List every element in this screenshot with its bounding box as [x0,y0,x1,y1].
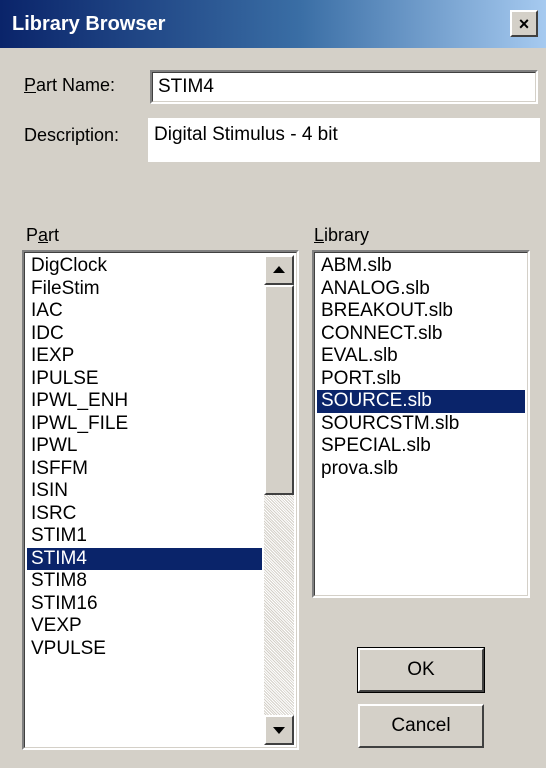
close-button[interactable]: × [510,10,538,37]
window-title: Library Browser [12,13,166,35]
library-list-items: ABM.slb ANALOG.slb BREAKOUT.slb CONNECT.slb… [317,255,525,480]
part-list-item[interactable]: FileStim [27,278,262,301]
scroll-up-button[interactable] [264,255,294,285]
library-list-item[interactable]: CONNECT.slb [317,323,525,346]
library-list-item[interactable]: SPECIAL.slb [317,435,525,458]
part-name-input[interactable]: STIM4 [150,70,538,104]
part-list-item[interactable]: VPULSE [27,638,262,661]
library-browser-dialog: Library Browser × Part Name: STIM4 Descr… [0,0,546,768]
part-list-items: DigClock FileStim IAC IDC IEXP IPULSE IPWL_ENH… [27,255,262,660]
ok-button[interactable]: OK [357,647,485,693]
library-list-item[interactable]: PORT.slb [317,368,525,391]
library-list-item[interactable]: ANALOG.slb [317,278,525,301]
scroll-down-button[interactable] [264,715,294,745]
part-list-item[interactable]: ISFFM [27,458,262,481]
part-list-item[interactable]: STIM4 [27,547,262,570]
library-list-item[interactable]: ABM.slb [317,255,525,278]
arrow-down-icon [273,727,285,734]
arrow-up-icon [273,266,285,273]
part-listbox[interactable]: DigClock FileStim IAC IDC IEXP IPULSE IPWL_ENH… [22,250,299,750]
description-value: Digital Stimulus - 4 bit [154,124,338,145]
close-icon: × [518,13,530,34]
part-list-item[interactable]: IPWL [27,435,262,458]
library-list-item[interactable]: prova.slb [317,458,525,481]
library-list-item[interactable]: EVAL.slb [317,345,525,368]
part-list-item[interactable]: DigClock [27,255,262,278]
part-list-item[interactable]: IAC [27,300,262,323]
description-field: Digital Stimulus - 4 bit [148,118,540,162]
part-name-value: STIM4 [158,76,214,97]
library-list-item[interactable]: SOURCE.slb [317,390,525,413]
title-bar[interactable]: Library Browser × [0,0,546,48]
library-list-label: Library [314,225,370,245]
part-name-label: Part Name: [24,75,116,95]
scrollbar-thumb[interactable] [264,285,294,495]
library-list-item[interactable]: BREAKOUT.slb [317,300,525,323]
cancel-button[interactable]: Cancel [358,704,484,748]
part-list-item[interactable]: VEXP [27,615,262,638]
part-list-label: Part [26,225,60,245]
part-list-item[interactable]: ISIN [27,480,262,503]
description-label: Description: [24,125,120,145]
library-list-item[interactable]: SOURCSTM.slb [317,413,525,436]
part-list-item[interactable]: STIM8 [27,570,262,593]
part-list-item[interactable]: IPWL_FILE [27,413,262,436]
part-list-scrollbar[interactable] [264,255,294,745]
part-list-item[interactable]: ISRC [27,503,262,526]
part-list-item[interactable]: STIM1 [27,525,262,548]
part-list-item[interactable]: IDC [27,323,262,346]
library-listbox[interactable]: ABM.slb ANALOG.slb BREAKOUT.slb CONNECT.slb… [312,250,530,598]
part-list-item[interactable]: IEXP [27,345,262,368]
part-list-item[interactable]: IPULSE [27,368,262,391]
part-list-item[interactable]: IPWL_ENH [27,390,262,413]
part-list-item[interactable]: STIM16 [27,593,262,616]
